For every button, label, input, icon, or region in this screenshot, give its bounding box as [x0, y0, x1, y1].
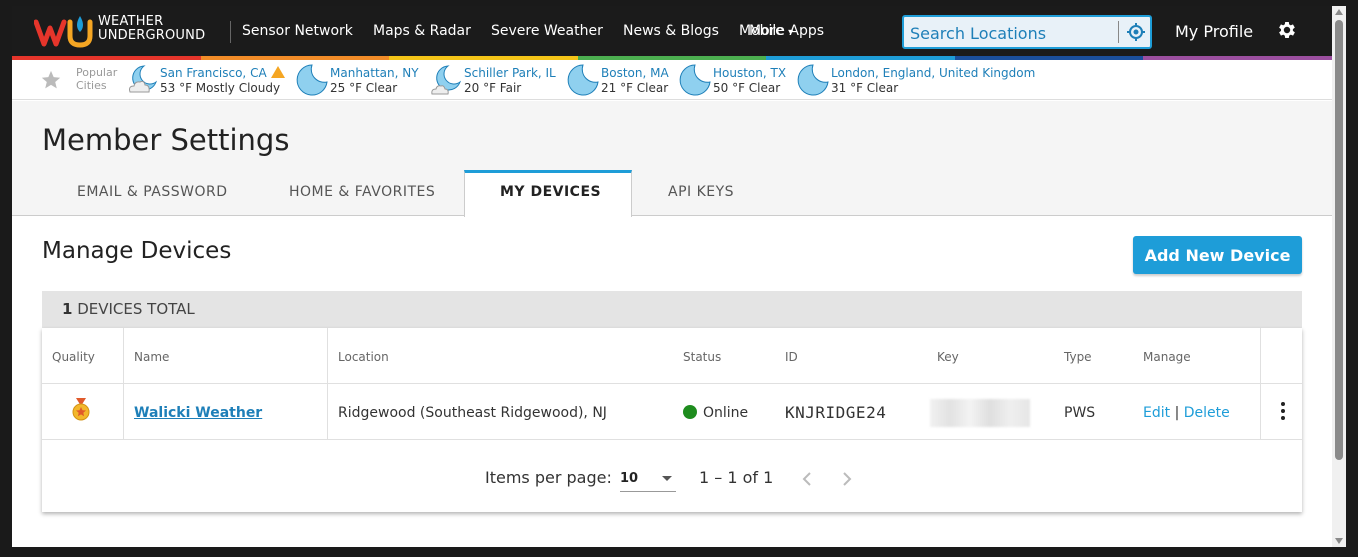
paginator: Items per page: 10 1 – 1 of 1 — [42, 440, 1302, 512]
device-name-link[interactable]: Walicki Weather — [134, 405, 262, 421]
chevron-left-icon[interactable] — [799, 470, 815, 488]
items-per-page-select[interactable]: 10 — [620, 468, 676, 492]
scroll-thumb[interactable] — [1335, 20, 1343, 460]
city-conditions: 20 °F Fair — [464, 81, 522, 95]
my-profile-link[interactable]: My Profile — [1175, 22, 1253, 41]
items-per-page-label: Items per page: — [485, 468, 612, 487]
items-per-page-value: 10 — [620, 471, 639, 486]
moon-cloud-icon — [129, 65, 158, 93]
logo-line-1: WEATHER — [98, 14, 164, 29]
col-id[interactable]: ID — [785, 350, 798, 364]
device-type: PWS — [1064, 405, 1096, 421]
browser-viewport: WEATHER UNDERGROUND Sensor Network Maps … — [12, 6, 1332, 547]
nav-sensor-network[interactable]: Sensor Network — [242, 23, 353, 39]
scroll-down-icon[interactable] — [1335, 538, 1343, 544]
nav-more[interactable]: More ▾ — [749, 23, 793, 39]
device-key-redacted — [930, 399, 1030, 427]
scrollbar[interactable] — [1332, 6, 1346, 547]
delete-link[interactable]: Delete — [1184, 405, 1230, 421]
city-name[interactable]: London, England, United Kingdom — [831, 66, 1035, 80]
city-conditions: 53 °F Mostly Cloudy — [160, 81, 281, 95]
tab-email-password[interactable]: EMAIL & PASSWORD — [77, 184, 228, 200]
city-name[interactable]: Houston, TX — [713, 66, 786, 80]
moon-icon — [567, 64, 599, 96]
star-icon[interactable] — [40, 69, 62, 91]
nav-maps-radar[interactable]: Maps & Radar — [373, 23, 471, 39]
city-name[interactable]: Boston, MA — [601, 66, 669, 80]
city-conditions: 31 °F Clear — [831, 81, 899, 95]
moon-icon — [797, 64, 829, 96]
city-conditions: 50 °F Clear — [713, 81, 781, 95]
manage-separator: | — [1174, 405, 1180, 421]
city-name-text: San Francisco, CA — [160, 66, 267, 80]
moon-icon — [679, 64, 711, 96]
page-title: Member Settings — [42, 123, 290, 157]
nav-more-label: More — [749, 23, 784, 39]
devices-table-card: Quality Name Location Status ID Key Type… — [42, 328, 1302, 512]
popular-cities-bar: Popular Cities San Francisco, CA 53 °F M… — [12, 60, 1332, 100]
tab-home-favorites[interactable]: HOME & FAVORITES — [289, 184, 435, 200]
search-divider — [1118, 21, 1119, 43]
locate-icon[interactable] — [1126, 22, 1146, 42]
tab-api-keys[interactable]: API KEYS — [668, 184, 734, 200]
popular-label-line-1: Popular — [76, 66, 118, 79]
scroll-up-icon[interactable] — [1335, 9, 1343, 15]
city-name[interactable]: Manhattan, NY — [330, 66, 419, 80]
online-status-icon — [683, 405, 697, 419]
logo-line-2: UNDERGROUND — [98, 28, 206, 43]
devices-total-label: DEVICES TOTAL — [77, 300, 195, 318]
edit-link[interactable]: Edit — [1143, 405, 1170, 421]
tab-my-devices[interactable]: MY DEVICES — [500, 184, 601, 200]
search-box — [902, 15, 1152, 49]
nav-severe-weather[interactable]: Severe Weather — [491, 23, 603, 39]
city-name[interactable]: San Francisco, CA — [160, 66, 285, 80]
table-header: Quality Name Location Status ID Key Type… — [42, 328, 1302, 384]
logo-wordmark: WEATHER UNDERGROUND — [98, 15, 205, 43]
nav-news-blogs[interactable]: News & Blogs — [623, 23, 719, 39]
gear-icon[interactable] — [1276, 19, 1298, 41]
alert-icon[interactable] — [270, 66, 285, 78]
col-manage: Manage — [1143, 350, 1191, 364]
devices-count: 1 — [62, 300, 73, 318]
device-status: Online — [683, 405, 748, 421]
search-input[interactable] — [910, 23, 1110, 43]
col-status[interactable]: Status — [683, 350, 721, 364]
device-manage: Edit | Delete — [1143, 405, 1230, 421]
popular-cities-label: Popular Cities — [76, 66, 117, 92]
col-location[interactable]: Location — [338, 350, 389, 364]
chevron-right-icon[interactable] — [839, 470, 855, 488]
add-new-device-button[interactable]: Add New Device — [1133, 236, 1302, 274]
quality-medal-icon — [72, 398, 90, 421]
chevron-down-icon: ▾ — [788, 27, 794, 38]
city-conditions: 25 °F Clear — [330, 81, 398, 95]
col-type[interactable]: Type — [1064, 350, 1092, 364]
device-id: KNJRIDGE24 — [785, 403, 887, 422]
moon-cloud-icon — [431, 65, 462, 95]
more-options-icon[interactable] — [1274, 400, 1292, 422]
table-row: Walicki Weather Ridgewood (Southeast Rid… — [42, 384, 1302, 440]
nav-divider — [230, 21, 231, 43]
section-title: Manage Devices — [42, 238, 232, 264]
col-quality: Quality — [52, 350, 95, 364]
col-name[interactable]: Name — [134, 350, 169, 364]
moon-icon — [296, 64, 328, 96]
chevron-down-icon — [662, 476, 672, 481]
device-location: Ridgewood (Southeast Ridgewood), NJ — [338, 405, 607, 421]
popular-label-line-2: Cities — [76, 79, 107, 92]
city-conditions: 21 °F Clear — [601, 81, 669, 95]
col-key: Key — [937, 350, 959, 364]
devices-total-bar: 1 DEVICES TOTAL — [42, 291, 1302, 328]
page-range: 1 – 1 of 1 — [699, 468, 774, 487]
status-text: Online — [703, 405, 749, 421]
top-navigation: WEATHER UNDERGROUND Sensor Network Maps … — [12, 6, 1332, 56]
city-name[interactable]: Schiller Park, IL — [464, 66, 556, 80]
